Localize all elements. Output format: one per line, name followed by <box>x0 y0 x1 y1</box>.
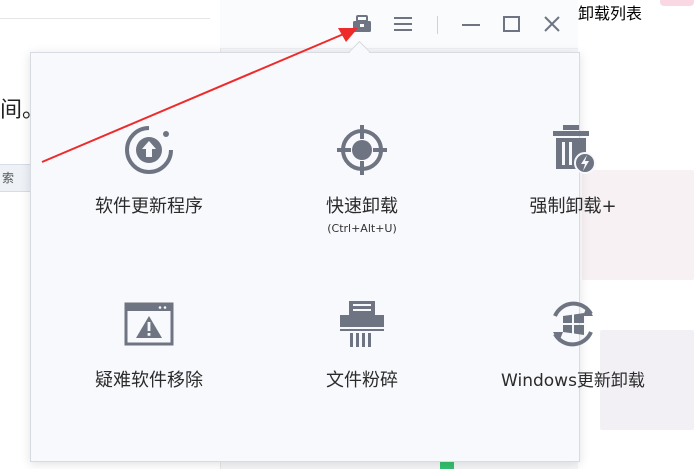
tool-quick-uninstall[interactable]: 快速卸载 (Ctrl+Alt+U) <box>277 120 447 235</box>
titlebar-separator <box>437 16 438 34</box>
background-divider <box>0 18 210 19</box>
tool-label: 疑难软件移除 <box>95 370 203 391</box>
tool-file-shredder[interactable]: 文件粉碎 <box>277 294 447 392</box>
tool-label: 软件更新程序 <box>95 196 203 217</box>
update-arrow-icon <box>125 126 173 174</box>
tool-label: 文件粉碎 <box>326 370 398 391</box>
tool-label: 快速卸载 <box>326 196 398 217</box>
tool-stubborn-software-removal[interactable]: 疑难软件移除 <box>64 294 234 392</box>
minimize-button[interactable] <box>459 12 483 36</box>
tool-windows-update-uninstall[interactable]: Windows更新卸载 <box>488 294 658 391</box>
tool-label: Windows更新卸载 <box>501 371 645 391</box>
close-icon <box>544 16 560 32</box>
windows-update-icon <box>553 301 593 347</box>
tool-label: 强制卸载+ <box>529 196 617 217</box>
tool-software-updater[interactable]: 软件更新程序 <box>64 120 234 218</box>
menu-icon <box>394 17 412 31</box>
maximize-button[interactable] <box>500 12 524 36</box>
target-crosshair-icon <box>337 125 387 175</box>
toolbox-button[interactable] <box>350 12 374 36</box>
maximize-icon <box>503 16 520 32</box>
toolbox-icon <box>353 15 371 32</box>
background-accent <box>660 0 694 6</box>
shredder-icon <box>340 301 384 347</box>
minimize-icon <box>462 24 480 26</box>
tool-force-uninstall[interactable]: 强制卸载+ <box>488 120 658 218</box>
tools-popup-panel <box>30 52 580 462</box>
background-list-title: 卸载列表 <box>578 4 643 23</box>
warning-window-icon <box>124 302 174 346</box>
menu-button[interactable] <box>391 12 415 36</box>
trash-lightning-icon <box>553 125 596 174</box>
tool-shortcut: (Ctrl+Alt+U) <box>327 222 397 235</box>
close-button[interactable] <box>540 12 564 36</box>
